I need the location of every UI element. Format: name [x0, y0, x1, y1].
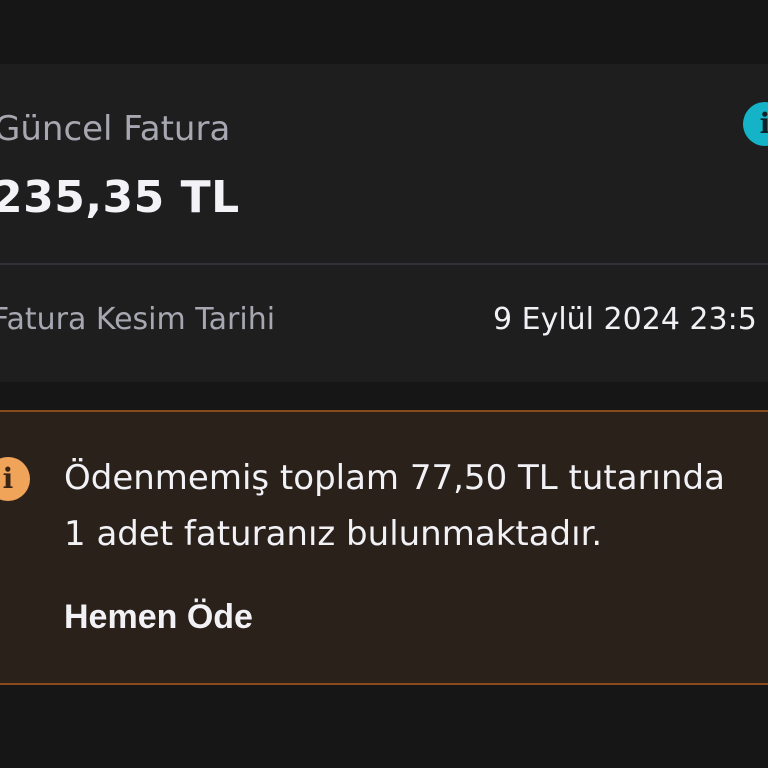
issue-date-value: 9 Eylül 2024 23:5	[493, 302, 757, 337]
invoice-screen: Güncel Fatura 235,35 TL i Fatura Kesim T…	[0, 0, 768, 768]
unpaid-warning-message: Ödenmemiş toplam 77,50 TL tutarında 1 ad…	[64, 450, 768, 562]
warning-message-line-1: Ödenmemiş toplam 77,50 TL tutarında	[64, 458, 725, 498]
warning-info-glyph: i	[2, 462, 14, 495]
warning-message-line-2: 1 adet faturanız bulunmaktadır.	[64, 514, 603, 554]
info-glyph: i	[759, 107, 768, 140]
issue-date-label: Fatura Kesim Tarihi	[0, 302, 276, 337]
current-invoice-amount: 235,35 TL	[0, 172, 240, 223]
current-invoice-label: Güncel Fatura	[0, 109, 231, 149]
section-divider	[0, 263, 768, 265]
pay-now-button[interactable]: Hemen Öde	[64, 598, 253, 637]
